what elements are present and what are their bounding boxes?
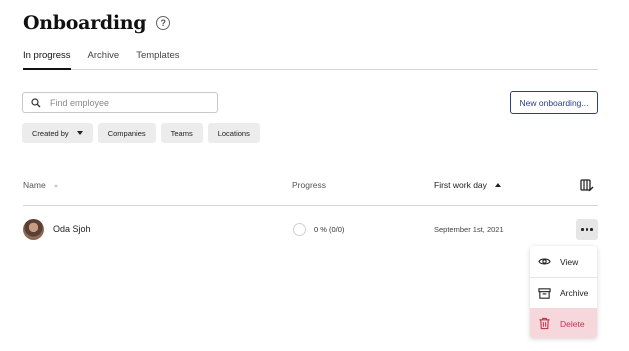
filter-bar: Created by Companies Teams Locations (22, 123, 265, 143)
row-actions-menu: View Archive Delete (530, 246, 597, 338)
tab-templates[interactable]: Templates (136, 49, 179, 70)
column-progress-header[interactable]: Progress (292, 180, 326, 190)
column-label: Name (23, 180, 46, 190)
employee-name[interactable]: Oda Sjoh (53, 224, 91, 234)
column-first-work-day-header[interactable]: First work day (434, 180, 501, 190)
archive-box-icon (538, 287, 551, 299)
column-settings-icon[interactable] (580, 178, 594, 192)
filter-label: Created by (32, 128, 69, 138)
sort-ascending-icon (494, 183, 501, 187)
help-icon[interactable]: ? (156, 16, 171, 30)
menu-item-delete[interactable]: Delete (530, 308, 597, 338)
dot (590, 228, 593, 231)
column-name-header[interactable]: Name (23, 180, 58, 190)
tab-archive[interactable]: Archive (88, 49, 120, 70)
menu-item-view[interactable]: View (530, 246, 597, 277)
more-options-button[interactable] (576, 219, 598, 240)
tab-in-progress[interactable]: In progress (23, 49, 71, 70)
filter-locations[interactable]: Locations (207, 123, 260, 143)
page-title: Onboarding (23, 12, 147, 34)
menu-item-label: View (560, 256, 579, 267)
table-row[interactable]: Oda Sjoh 0 % (0/0) September 1st, 2021 (23, 218, 598, 242)
filter-teams[interactable]: Teams (160, 123, 203, 143)
table-header: Name Progress First work day (23, 175, 598, 206)
menu-item-label: Delete (560, 318, 585, 329)
search-field[interactable] (22, 92, 218, 113)
search-icon (31, 97, 41, 107)
progress-ring-icon (293, 223, 306, 236)
progress-value: 0 % (0/0) (314, 225, 345, 234)
avatar (23, 219, 44, 240)
caret-down-icon (76, 131, 83, 135)
dot (581, 228, 584, 231)
menu-item-label: Archive (560, 288, 589, 298)
eye-icon (538, 258, 551, 265)
filter-created-by[interactable]: Created by (22, 123, 93, 143)
menu-item-archive[interactable]: Archive (530, 277, 597, 308)
first-work-day-value: September 1st, 2021 (434, 225, 504, 234)
sort-icon (53, 183, 58, 187)
column-label: First work day (434, 180, 487, 190)
tab-bar: In progress Archive Templates (23, 49, 598, 70)
dot (585, 228, 589, 231)
trash-icon (539, 317, 550, 330)
new-onboarding-button[interactable]: New onboarding... (510, 91, 598, 114)
page-header: Onboarding ? (23, 12, 171, 34)
search-input[interactable] (50, 97, 200, 108)
filter-companies[interactable]: Companies (97, 123, 156, 143)
